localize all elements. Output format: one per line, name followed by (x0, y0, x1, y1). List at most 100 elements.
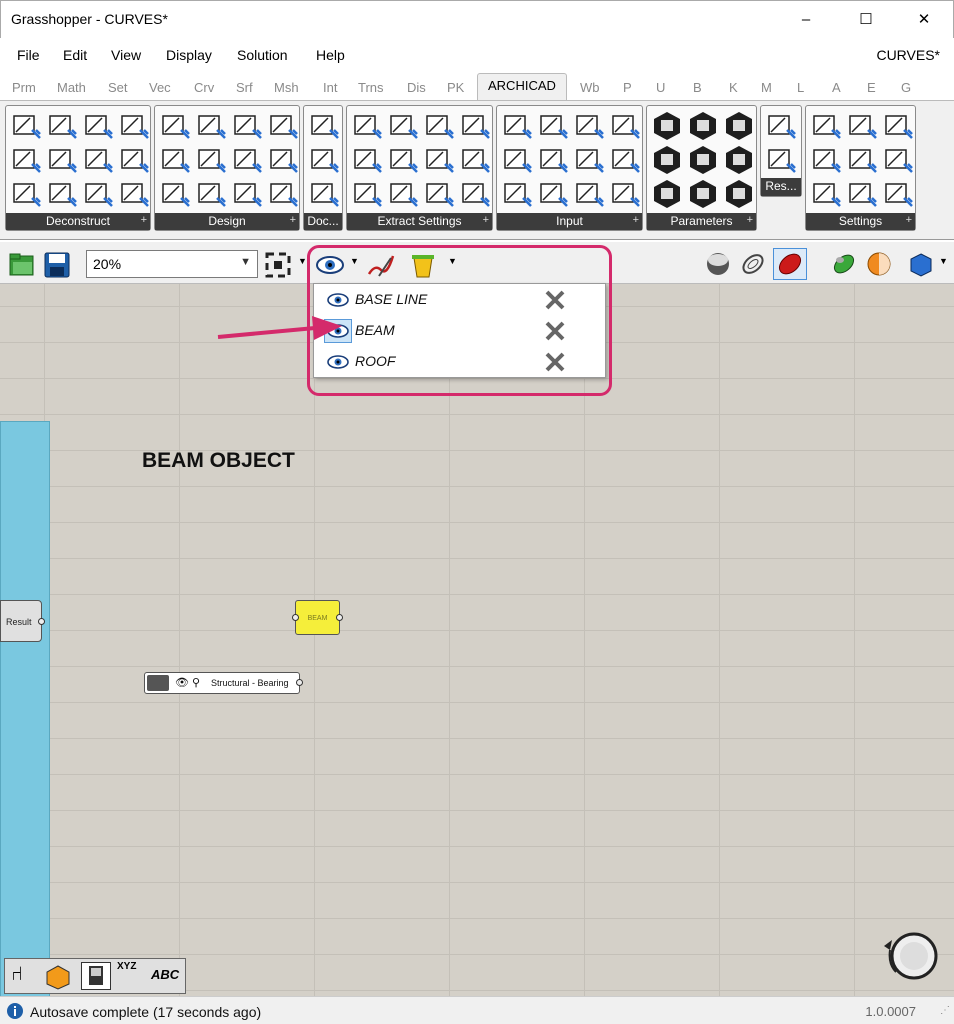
output-port[interactable] (336, 614, 343, 621)
component-icon[interactable] (846, 110, 879, 141)
component-icon[interactable] (537, 110, 570, 141)
component-icon[interactable] (459, 178, 492, 209)
tab-vec[interactable]: Vec (149, 80, 171, 95)
component-icon[interactable] (846, 144, 879, 175)
component-icon[interactable] (573, 110, 606, 141)
component-icon[interactable] (687, 110, 720, 141)
component-icon[interactable] (882, 110, 915, 141)
open-file-icon[interactable] (8, 251, 36, 279)
menu-help[interactable]: Help (316, 47, 345, 63)
component-icon[interactable] (573, 178, 606, 209)
component-icon[interactable] (195, 178, 228, 209)
beam-node[interactable]: BEAM (292, 600, 343, 635)
menu-display[interactable]: Display (166, 47, 212, 63)
tab-prm[interactable]: Prm (12, 80, 36, 95)
zoom-extents-icon[interactable] (264, 251, 292, 279)
result-node[interactable]: Result (0, 600, 45, 642)
component-icon[interactable] (46, 178, 79, 209)
component-icon[interactable] (10, 110, 43, 141)
component-icon[interactable] (118, 110, 151, 141)
output-port[interactable] (38, 618, 45, 625)
tab-pk[interactable]: PK (447, 80, 464, 95)
component-icon[interactable] (609, 110, 642, 141)
tab-u[interactable]: U (656, 80, 665, 95)
tab-m[interactable]: M (761, 80, 772, 95)
input-port[interactable] (292, 614, 299, 621)
component-icon[interactable] (10, 144, 43, 175)
component-icon[interactable] (765, 144, 798, 175)
component-icon[interactable] (159, 144, 192, 175)
tab-set[interactable]: Set (108, 80, 128, 95)
chair-icon[interactable]: ⑁ (11, 963, 23, 986)
component-icon[interactable] (159, 178, 192, 209)
component-icon[interactable] (651, 178, 684, 209)
component-icon[interactable] (387, 144, 420, 175)
component-icon[interactable] (723, 110, 756, 141)
component-icon[interactable] (846, 178, 879, 209)
tab-g[interactable]: G (901, 80, 911, 95)
blue-sphere-icon[interactable] (907, 251, 935, 279)
component-icon[interactable] (501, 110, 534, 141)
component-icon[interactable] (609, 178, 642, 209)
component-icon[interactable] (118, 144, 151, 175)
component-icon[interactable] (82, 110, 115, 141)
shaded-toggle[interactable] (773, 248, 807, 280)
component-icon[interactable] (231, 178, 264, 209)
component-icon[interactable] (231, 144, 264, 175)
tab-math[interactable]: Math (57, 80, 86, 95)
component-icon[interactable] (609, 144, 642, 175)
component-icon[interactable] (651, 144, 684, 175)
component-icon[interactable] (351, 144, 384, 175)
component-icon[interactable] (267, 110, 300, 141)
menu-edit[interactable]: Edit (63, 47, 87, 63)
navigation-widget-icon[interactable] (876, 928, 942, 988)
save-icon[interactable] (43, 251, 71, 279)
abc-icon[interactable]: ABC (151, 967, 179, 982)
component-icon[interactable] (537, 178, 570, 209)
menu-file[interactable]: File (17, 47, 40, 63)
component-icon[interactable] (423, 178, 456, 209)
component-icon[interactable] (195, 110, 228, 141)
tab-wb[interactable]: Wb (580, 80, 600, 95)
tab-crv[interactable]: Crv (194, 80, 214, 95)
component-icon[interactable] (267, 178, 300, 209)
component-icon[interactable] (501, 144, 534, 175)
component-icon[interactable] (46, 110, 79, 141)
minimize-button[interactable]: – (783, 5, 829, 35)
component-icon[interactable] (501, 178, 534, 209)
tab-dis[interactable]: Dis (407, 80, 426, 95)
component-icon[interactable] (423, 144, 456, 175)
component-icon[interactable] (882, 178, 915, 209)
group-panel[interactable] (0, 421, 50, 996)
wireframe-icon[interactable] (739, 250, 767, 278)
component-icon[interactable] (10, 178, 43, 209)
display-dropdown-icon[interactable]: ▼ (939, 256, 948, 266)
tab-k[interactable]: K (729, 80, 738, 95)
component-icon[interactable] (46, 144, 79, 175)
tab-archicad[interactable]: ARCHICAD (477, 73, 567, 100)
menu-solution[interactable]: Solution (237, 47, 288, 63)
component-icon[interactable] (537, 144, 570, 175)
component-icon[interactable] (82, 178, 115, 209)
component-icon[interactable] (810, 110, 843, 141)
component-icon[interactable] (308, 144, 341, 175)
tab-trns[interactable]: Trns (358, 80, 384, 95)
close-button[interactable]: ✕ (901, 5, 947, 35)
component-icon[interactable] (459, 144, 492, 175)
zoom-combo[interactable]: 20% ▼ (86, 250, 258, 278)
component-icon[interactable] (351, 110, 384, 141)
component-icon[interactable] (723, 178, 756, 209)
component-icon[interactable] (810, 178, 843, 209)
component-icon[interactable] (459, 110, 492, 141)
component-icon[interactable] (308, 110, 341, 141)
zoom-extents-dropdown-icon[interactable]: ▼ (298, 256, 307, 266)
component-icon[interactable] (195, 144, 228, 175)
component-icon[interactable] (118, 178, 151, 209)
component-icon[interactable] (810, 144, 843, 175)
preview-mode-icon[interactable] (704, 250, 732, 278)
tab-e[interactable]: E (867, 80, 876, 95)
component-icon[interactable] (687, 144, 720, 175)
xyz-icon[interactable]: XYZ (117, 961, 136, 972)
component-icon[interactable] (651, 110, 684, 141)
tab-l[interactable]: L (797, 80, 804, 95)
